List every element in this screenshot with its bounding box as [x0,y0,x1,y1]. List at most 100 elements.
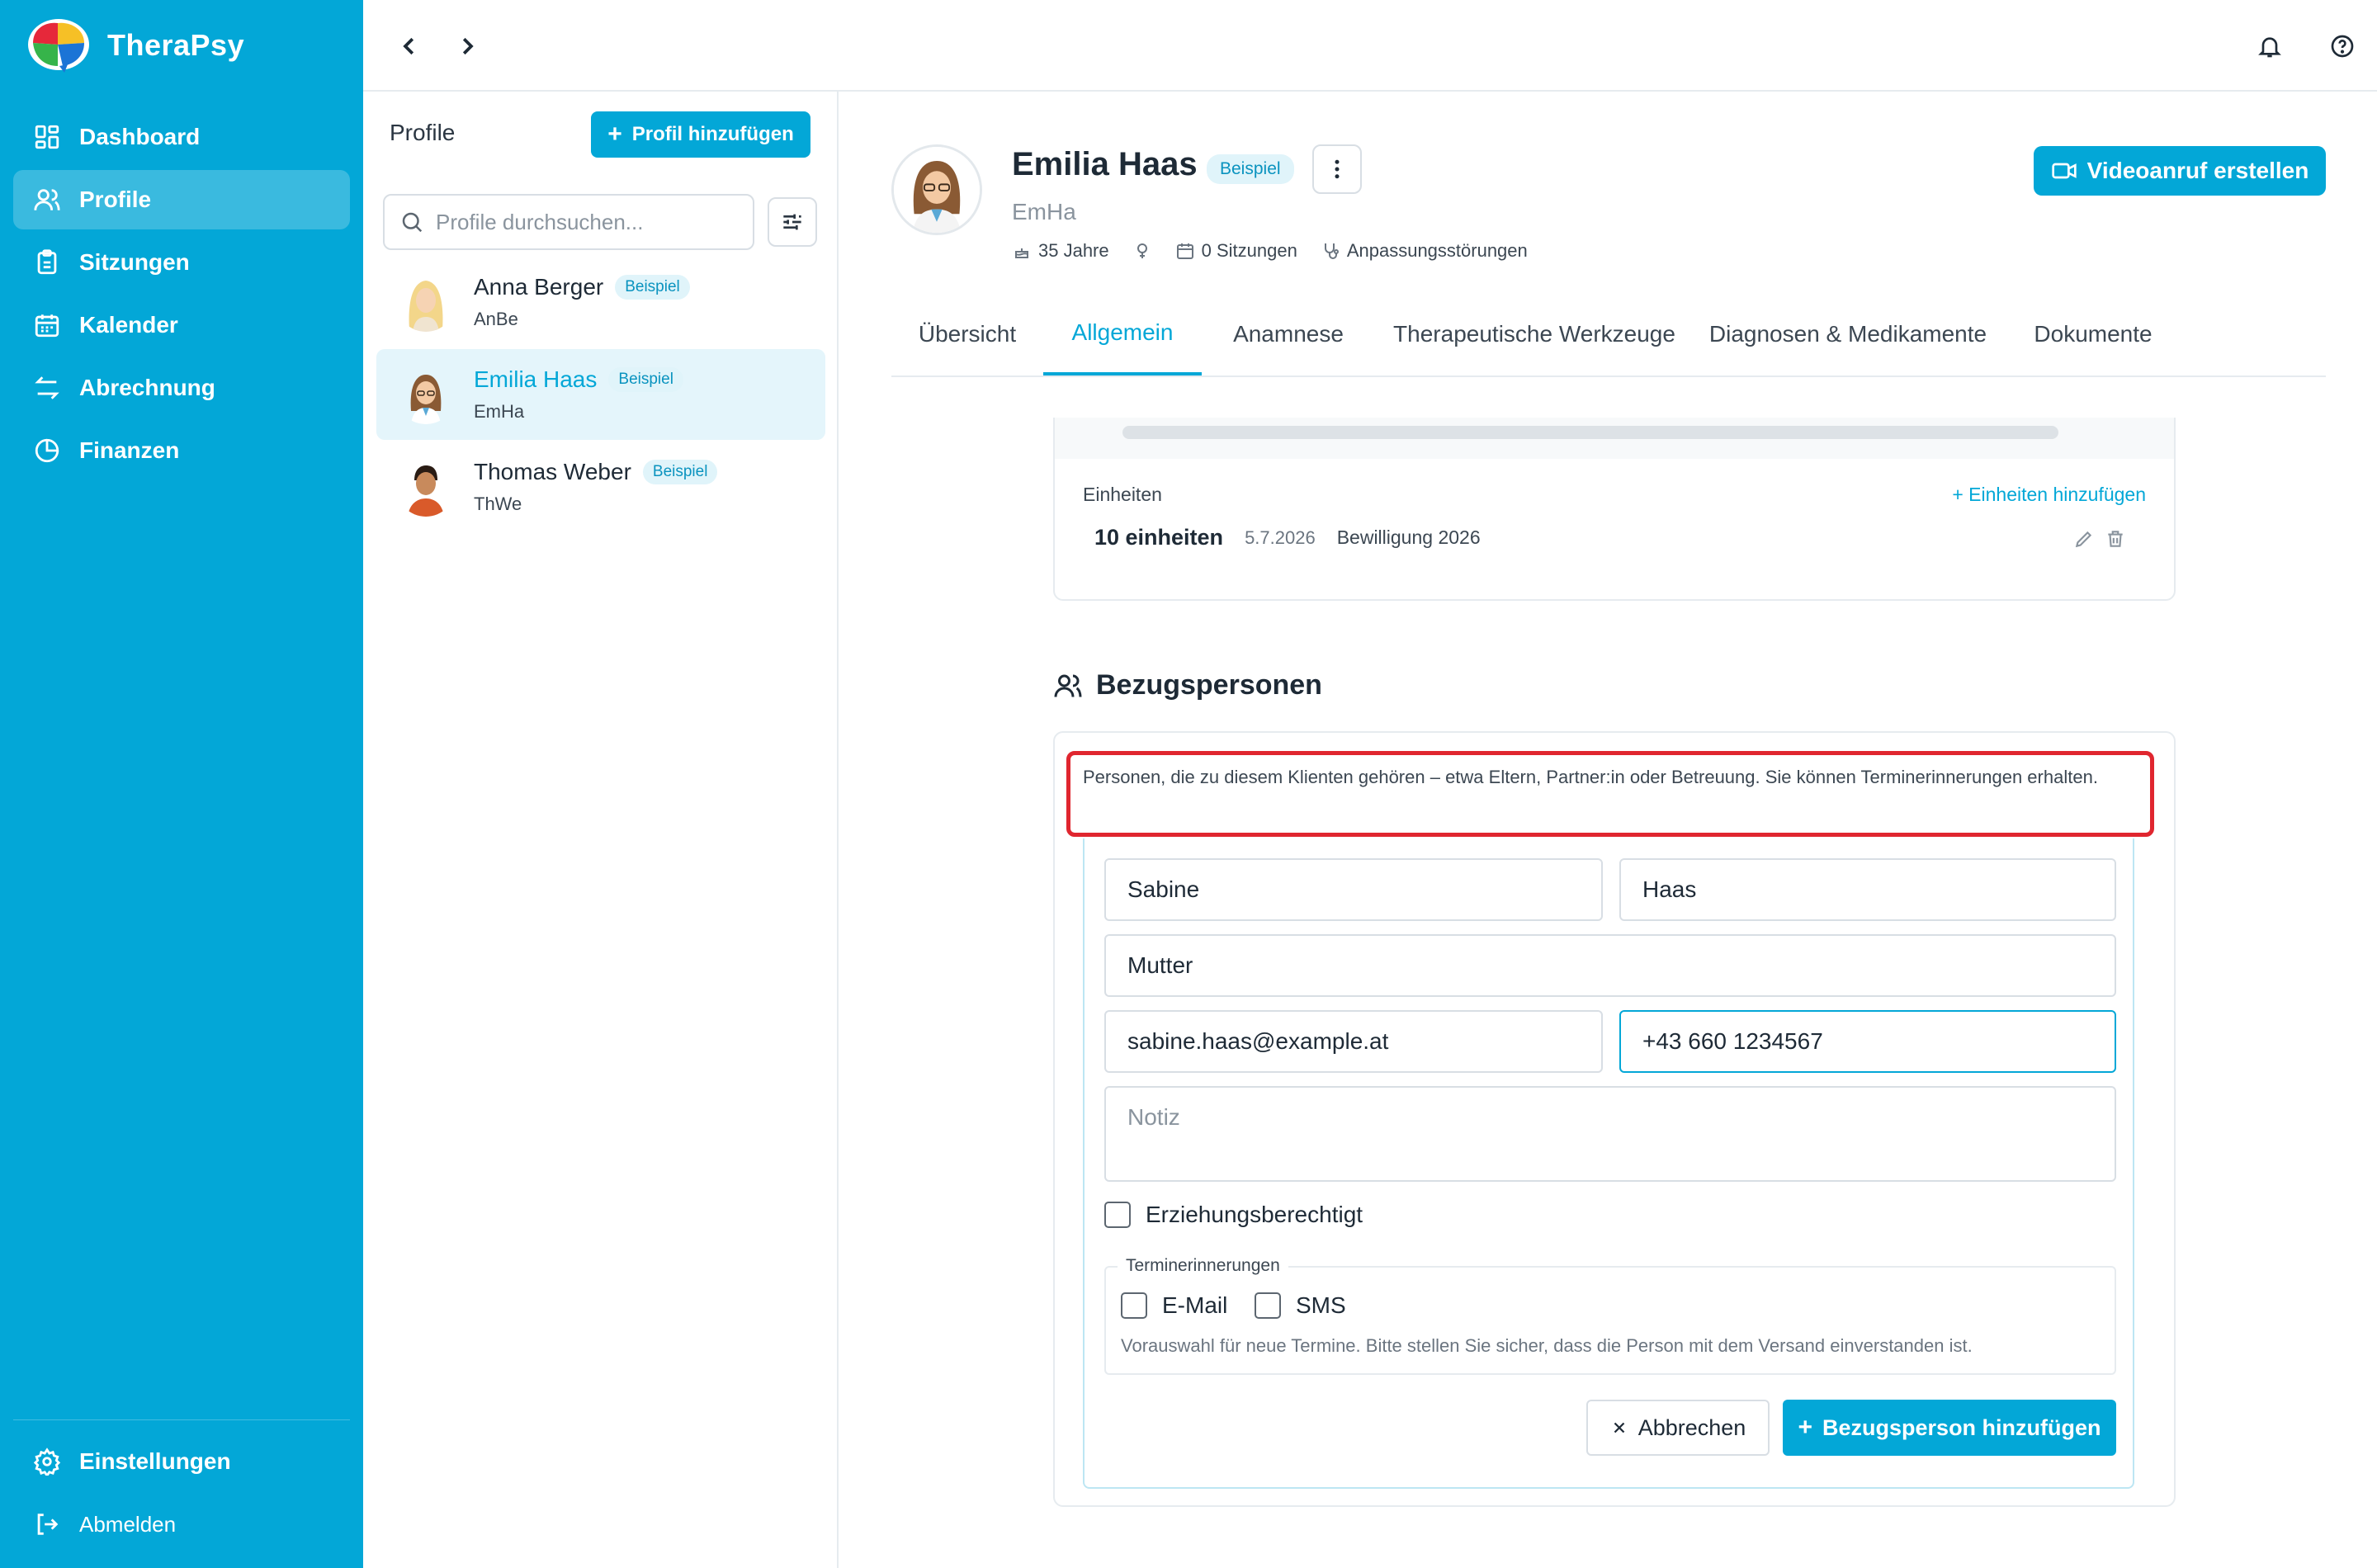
female-icon [1137,243,1147,258]
client-age: 35 Jahre [1012,240,1109,262]
cancel-label: Abbrechen [1637,1415,1746,1440]
guardian-checkbox-row[interactable]: Erziehungsberechtigt [1104,1202,1363,1228]
avatar [396,272,456,332]
profile-search-input[interactable] [436,209,749,235]
sidebar-nav: Dashboard Profile Sitzungen Kalender Abr… [13,107,350,484]
brand[interactable]: TheraPsy [26,17,244,74]
profile-short: AnBe [474,309,518,329]
more-options-button[interactable] [1312,144,1362,194]
video-call-label: Videoanruf erstellen [2086,158,2309,183]
create-video-call-button[interactable]: Videoanruf erstellen [2034,146,2326,196]
tab-anamnese[interactable]: Anamnese [1202,293,1375,375]
clipboard-icon [33,248,61,276]
help-circle-icon [2331,35,2354,58]
profile-list-title: Profile [390,120,456,145]
sidebar-item-logout[interactable]: Abmelden [13,1495,350,1554]
profile-short: EmHa [474,401,525,422]
reminders-hint: Vorauswahl für neue Termine. Bitte stell… [1121,1335,1973,1356]
contacts-section-title: Bezugspersonen [1053,669,1322,701]
tab-allgemein[interactable]: Allgemein [1043,293,1202,375]
top-bar [363,0,2377,92]
main-content: Emilia Haas Beispiel EmHa 35 Jahre 0 Sit… [839,92,2377,1568]
guardian-label: Erziehungsberechtigt [1146,1202,1363,1227]
filter-button[interactable] [768,197,817,247]
sms-reminder-label: SMS [1296,1292,1346,1318]
help-button[interactable] [2324,28,2360,64]
sidebar-item-sitzungen[interactable]: Sitzungen [13,233,350,292]
tab-dokumente[interactable]: Dokumente [2002,293,2184,375]
sidebar-item-finanzen[interactable]: Finanzen [13,421,350,480]
add-units-button[interactable]: + Einheiten hinzufügen [1952,484,2146,506]
profile-tabs: Übersicht Allgemein Anamnese Therapeutis… [891,293,2326,377]
client-age-text: 35 Jahre [1038,240,1109,261]
units-card-top [1055,418,2174,459]
cake-icon [1015,248,1028,258]
forward-button[interactable] [449,28,485,64]
relation-field[interactable]: Mutter [1104,934,2116,997]
users-icon [33,186,61,214]
sidebar-item-label: Sitzungen [79,249,190,275]
profile-item-emilia-haas[interactable]: Emilia Haas Beispiel EmHa [376,349,825,440]
dashboard-icon [33,123,61,151]
contact-form: Sabine Haas Mutter sabine.haas@example.a… [1083,838,2134,1489]
profile-short: ThWe [474,494,522,514]
email-reminder-row[interactable]: E-Mail [1121,1292,1227,1319]
add-profile-label: Profil hinzufügen [631,123,794,145]
profile-name: Emilia Haas [474,366,598,392]
profile-item-text: Anna Berger Beispiel AnBe [474,274,690,330]
email-reminder-checkbox[interactable] [1121,1292,1147,1319]
phone-field[interactable]: +43 660 1234567 [1619,1010,2116,1073]
pie-chart-icon [33,437,61,465]
plus-icon: + [1952,484,1969,505]
avatar [396,365,456,424]
sidebar-item-label: Dashboard [79,124,201,149]
client-example-badge: Beispiel [1207,154,1294,184]
edit-pencil-icon[interactable] [2073,528,2095,550]
plus-icon: + [607,120,622,148]
email-field[interactable]: sabine.haas@example.at [1104,1010,1603,1073]
trash-icon[interactable] [2105,528,2126,550]
units-count: 10 einheiten [1094,525,1224,550]
example-badge: Beispiel [642,460,718,484]
sms-reminder-checkbox[interactable] [1255,1292,1281,1319]
chevron-left-icon [403,37,414,55]
scrollbar[interactable] [1122,426,2058,439]
contacts-card: Personen, die zu diesem Klienten gehören… [1053,731,2176,1507]
users-icon [1054,674,1082,697]
tab-therapeutische-werkzeuge[interactable]: Therapeutische Werkzeuge [1375,293,1694,375]
sidebar-item-dashboard[interactable]: Dashboard [13,107,350,167]
sidebar-item-abrechnung[interactable]: Abrechnung [13,358,350,418]
sidebar: TheraPsy Dashboard Profile Sitzungen Kal… [0,0,363,1568]
guardian-checkbox[interactable] [1104,1202,1131,1228]
add-units-label: Einheiten hinzufügen [1968,484,2146,505]
logout-icon [33,1510,61,1538]
profile-name: Anna Berger [474,274,604,300]
calendar-icon [33,311,61,339]
profile-item-thomas-weber[interactable]: Thomas Weber Beispiel ThWe [376,442,825,532]
more-vertical-icon [1335,159,1340,179]
cancel-button[interactable]: Abbrechen [1586,1400,1770,1456]
sidebar-item-settings[interactable]: Einstellungen [13,1432,350,1491]
add-profile-button[interactable]: + Profil hinzufügen [591,111,810,158]
client-diagnosis-text: Anpassungsstörungen [1346,240,1528,261]
tab-diagnosen-medikamente[interactable]: Diagnosen & Medikamente [1694,293,2002,375]
client-sessions-text: 0 Sitzungen [1201,240,1297,261]
profile-list-panel: Profile + Profil hinzufügen Anna Berger … [363,92,839,1568]
sidebar-item-kalender[interactable]: Kalender [13,295,350,355]
contacts-title-text: Bezugspersonen [1096,669,1322,701]
sidebar-item-label: Kalender [79,312,178,338]
units-card: Einheiten + Einheiten hinzufügen 10 einh… [1053,418,2176,601]
last-name-field[interactable]: Haas [1619,858,2116,921]
add-contact-button[interactable]: + Bezugsperson hinzufügen [1783,1400,2116,1456]
sidebar-item-label: Profile [79,187,152,212]
first-name-field[interactable]: Sabine [1104,858,1603,921]
sms-reminder-row[interactable]: SMS [1255,1292,1346,1319]
back-button[interactable] [391,28,428,64]
sidebar-item-profile[interactable]: Profile [13,170,350,229]
profile-search [383,194,754,250]
profile-item-anna-berger[interactable]: Anna Berger Beispiel AnBe [376,257,825,347]
note-field[interactable]: Notiz [1104,1086,2116,1182]
stethoscope-icon [1324,243,1339,259]
notifications-button[interactable] [2252,28,2288,64]
tab-uebersicht[interactable]: Übersicht [891,293,1043,375]
